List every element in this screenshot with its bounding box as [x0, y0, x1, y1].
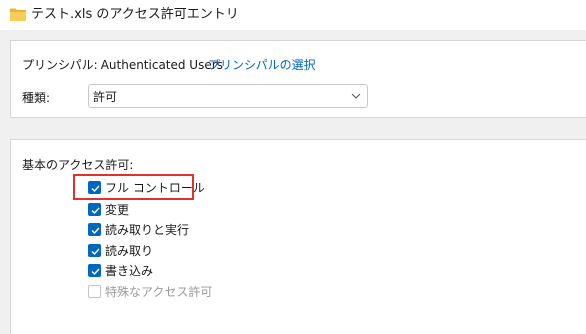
- title-bar: テスト.xls のアクセス許可エントリ: [0, 0, 586, 30]
- folder-icon: [10, 8, 26, 21]
- permission-label: 書き込み: [105, 263, 154, 278]
- type-label: 種類:: [22, 91, 51, 105]
- permission-label: フル コントロール: [105, 180, 205, 195]
- checkbox-checked[interactable]: [88, 203, 101, 216]
- permission-entry-window: テスト.xls のアクセス許可エントリ プリンシパル: Authenticated…: [0, 0, 586, 334]
- permission-modify[interactable]: 変更: [88, 201, 129, 218]
- principal-value: Authenticated Users: [100, 58, 223, 72]
- window-title: テスト.xls のアクセス許可エントリ: [31, 7, 239, 22]
- permission-label: 読み取りと実行: [105, 222, 190, 237]
- type-selected-value: 許可: [93, 90, 118, 104]
- permission-full-control[interactable]: フル コントロール: [88, 179, 205, 196]
- permission-label: 読み取り: [105, 243, 154, 258]
- permission-label: 特殊なアクセス許可: [105, 284, 213, 299]
- checkbox-checked[interactable]: [88, 181, 101, 194]
- checkbox-checked[interactable]: [88, 244, 101, 257]
- permission-read[interactable]: 読み取り: [88, 242, 153, 259]
- principal-panel: プリンシパル: Authenticated Users プリンシパルの選択 種類:…: [10, 40, 586, 118]
- select-principal-link[interactable]: プリンシパルの選択: [208, 57, 316, 73]
- checkbox-checked[interactable]: [88, 264, 101, 277]
- permission-write[interactable]: 書き込み: [88, 262, 153, 279]
- permission-label: 変更: [105, 202, 130, 217]
- permission-special: 特殊なアクセス許可: [88, 283, 212, 300]
- checkbox-disabled: [88, 285, 101, 298]
- checkbox-checked[interactable]: [88, 223, 101, 236]
- type-dropdown[interactable]: 許可: [88, 84, 368, 108]
- chevron-down-icon: [351, 93, 361, 99]
- principal-label: プリンシパル:: [22, 58, 98, 72]
- permissions-panel: 基本のアクセス許可: フル コントロール 変更 読み取りと実行 読み取り 書き込…: [10, 139, 586, 334]
- basic-permissions-heading: 基本のアクセス許可:: [22, 158, 134, 172]
- permission-read-execute[interactable]: 読み取りと実行: [88, 221, 189, 238]
- principal-row: プリンシパル: Authenticated Users: [22, 57, 223, 73]
